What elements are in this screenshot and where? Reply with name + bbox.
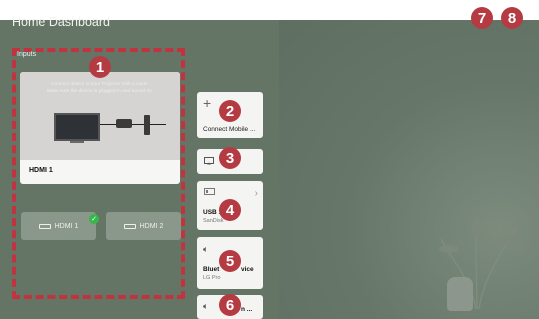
sound-output-label: n ...	[241, 306, 253, 313]
usb-icon	[204, 188, 215, 195]
plant-decoration	[439, 217, 517, 310]
callout-badge-3: 3	[219, 147, 241, 169]
bluetooth-device-name: LG Pro	[203, 275, 221, 281]
callout-badge-5: 5	[219, 250, 241, 272]
usb-device-name: SanDisk	[203, 218, 224, 224]
callout-badge-4: 4	[219, 199, 241, 221]
speaker-icon: 🔈︎	[203, 244, 209, 254]
inputs-section-label: Inputs	[17, 51, 37, 58]
selected-check-icon: ✓	[89, 214, 99, 224]
input-hdmi-2-button[interactable]: HDMI 2	[106, 212, 181, 240]
plus-icon: +	[203, 95, 212, 111]
screen-share-icon	[204, 157, 214, 165]
hdmi-plug-illustration	[116, 119, 132, 128]
connection-illustration: Connect device to your Projector with a …	[20, 72, 180, 160]
vase-decoration	[447, 277, 473, 311]
page-title: Home Dashboard	[12, 15, 110, 29]
callout-badge-8: 8	[501, 7, 523, 29]
input-button-label: HDMI 2	[139, 222, 164, 230]
callout-badge-7: 7	[471, 7, 493, 29]
hdmi-port-icon	[123, 223, 136, 229]
connect-mobile-label: Connect Mobile ...	[203, 126, 256, 133]
tv-illustration	[54, 113, 100, 141]
speaker-settings-icon: 🔈︎	[203, 301, 209, 311]
input-hdmi-1-button[interactable]: HDMI 1	[21, 212, 96, 240]
bluetooth-label-end: vice	[241, 266, 254, 273]
connection-instructions: Connect device to your Projector with a …	[46, 82, 154, 94]
callout-badge-6: 6	[219, 294, 241, 316]
chevron-right-icon: ›	[254, 188, 258, 199]
input-button-label: HDMI 1	[54, 222, 79, 230]
hdmi-plug-vertical-illustration	[144, 115, 150, 135]
hdmi-card-label: HDMI 1	[29, 167, 53, 174]
cable-illustration	[100, 124, 166, 129]
hdmi-port-icon	[38, 223, 51, 229]
tv-stand-illustration	[70, 141, 84, 143]
hdmi-1-preview-card[interactable]: Connect device to your Projector with a …	[20, 72, 180, 184]
callout-badge-1: 1	[89, 56, 111, 78]
bluetooth-label: Bluet	[203, 266, 220, 273]
callout-badge-2: 2	[219, 100, 241, 122]
